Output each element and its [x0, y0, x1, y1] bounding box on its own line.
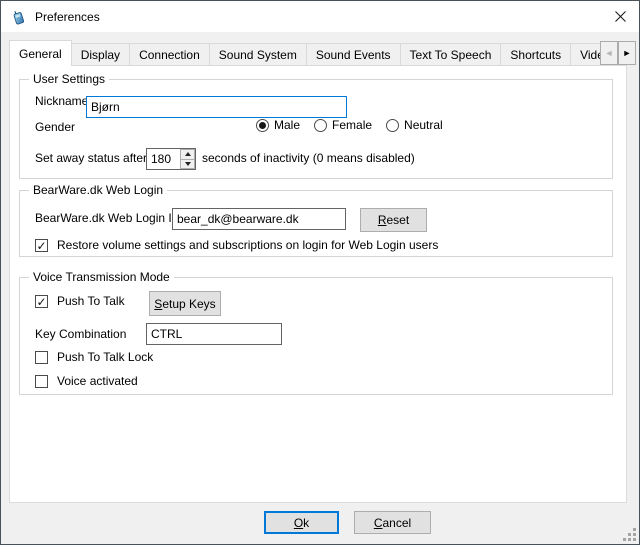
ok-button[interactable]: Ok — [264, 511, 339, 534]
push-to-talk-checkbox[interactable]: ✓ — [35, 295, 48, 308]
tab-sound-events[interactable]: Sound Events — [306, 43, 401, 66]
key-combination-input[interactable]: CTRL — [146, 323, 282, 345]
radio-unselected-icon — [314, 119, 327, 132]
tab-text-to-speech[interactable]: Text To Speech — [400, 43, 502, 66]
titlebar: Preferences — [1, 1, 639, 32]
key-combination-label: Key Combination — [35, 327, 126, 342]
away-seconds-spinner[interactable]: 180 — [146, 148, 196, 170]
restore-volume-checkbox[interactable]: ✓ — [35, 239, 48, 252]
scroll-left-icon: ◄ — [605, 49, 614, 58]
reset-button[interactable]: Reset — [360, 208, 427, 232]
away-after-label: Set away status after — [35, 151, 147, 166]
spin-down-button[interactable] — [180, 159, 195, 170]
away-suffix-label: seconds of inactivity (0 means disabled) — [202, 151, 415, 166]
nickname-label: Nickname — [35, 94, 88, 109]
tab-display[interactable]: Display — [71, 43, 130, 66]
check-icon: ✓ — [36, 241, 46, 251]
gender-label: Gender — [35, 120, 75, 135]
radio-unselected-icon — [386, 119, 399, 132]
voice-activated-checkbox[interactable] — [35, 375, 48, 388]
close-icon — [615, 11, 626, 22]
radio-selected-icon — [256, 119, 269, 132]
group-user-settings: User Settings Nickname Bjørn Gender Male… — [19, 79, 613, 179]
web-login-id-label: BearWare.dk Web Login ID — [35, 211, 180, 226]
tab-scroll-left-button[interactable]: ◄ — [600, 41, 618, 65]
tab-bar: General Display Connection Sound System … — [9, 39, 603, 66]
voice-activated-label: Voice activated — [57, 374, 138, 389]
gender-radio-male[interactable]: Male — [256, 118, 300, 133]
cancel-button[interactable]: Cancel — [354, 511, 431, 534]
nickname-input[interactable]: Bjørn — [86, 96, 347, 118]
check-icon: ✓ — [36, 297, 46, 307]
push-to-talk-lock-label: Push To Talk Lock — [57, 350, 153, 365]
gender-radio-neutral[interactable]: Neutral — [386, 118, 443, 133]
close-button[interactable] — [603, 1, 637, 31]
spin-up-icon — [185, 152, 191, 156]
group-title: User Settings — [29, 72, 109, 86]
group-title: Voice Transmission Mode — [29, 270, 174, 284]
tab-general[interactable]: General — [9, 40, 72, 66]
group-title: BearWare.dk Web Login — [29, 183, 167, 197]
group-voice-transmission: Voice Transmission Mode ✓ Push To Talk S… — [19, 277, 613, 395]
tab-shortcuts[interactable]: Shortcuts — [500, 43, 571, 66]
restore-volume-label: Restore volume settings and subscription… — [57, 238, 438, 253]
scroll-right-icon: ► — [623, 49, 632, 58]
tab-sound-system[interactable]: Sound System — [209, 43, 307, 66]
app-icon — [11, 9, 27, 25]
gender-radio-group: Male Female Neutral — [256, 118, 443, 133]
preferences-dialog: Preferences General Display Connection S… — [0, 0, 640, 545]
push-to-talk-label: Push To Talk — [57, 294, 125, 309]
web-login-id-input[interactable]: bear_dk@bearware.dk — [172, 208, 346, 230]
push-to-talk-lock-checkbox[interactable] — [35, 351, 48, 364]
gender-radio-female[interactable]: Female — [314, 118, 372, 133]
setup-keys-button[interactable]: Setup Keys — [149, 291, 221, 316]
group-web-login: BearWare.dk Web Login BearWare.dk Web Lo… — [19, 190, 613, 257]
tab-video[interactable]: Video — [570, 43, 603, 66]
tab-connection[interactable]: Connection — [129, 43, 210, 66]
tab-scroll-right-button[interactable]: ► — [618, 41, 636, 65]
window-title: Preferences — [35, 10, 100, 24]
spin-down-icon — [185, 162, 191, 166]
tab-scrollers: ◄ ► — [600, 41, 636, 65]
resize-grip-icon[interactable] — [623, 528, 636, 541]
